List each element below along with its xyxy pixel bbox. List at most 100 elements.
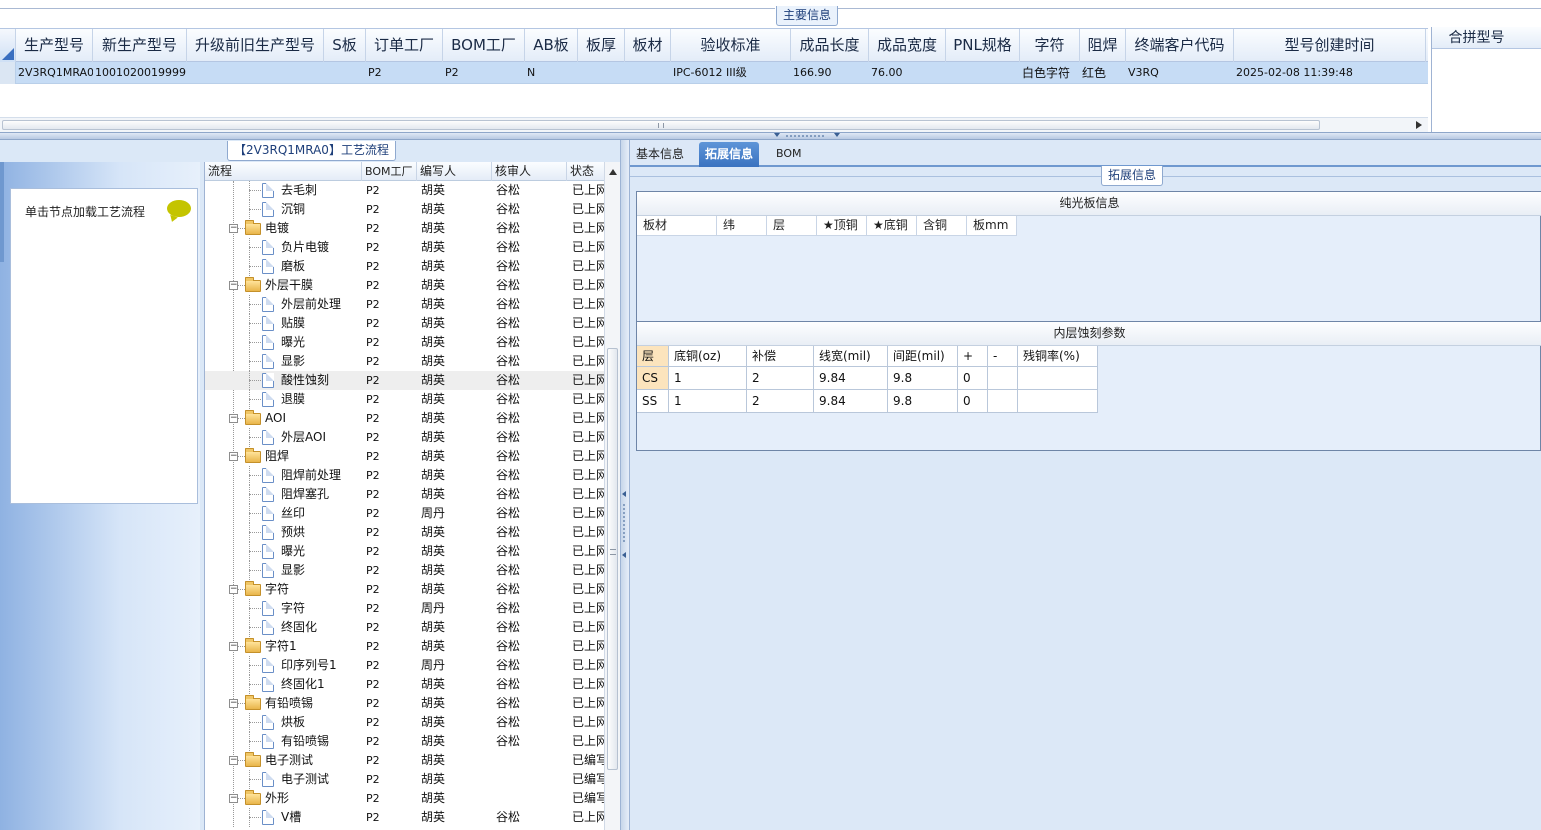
collapse-icon[interactable]: − xyxy=(229,756,238,765)
tab-basic-info[interactable]: 基本信息 xyxy=(630,142,690,167)
col-header[interactable]: 新生产型号 xyxy=(93,29,187,62)
col-header[interactable]: - xyxy=(988,346,1018,367)
collapse-icon[interactable]: − xyxy=(229,699,238,708)
row-selector[interactable] xyxy=(0,62,16,84)
tree-node-row[interactable]: 终固化 P2 胡英 谷松 已上网 xyxy=(205,618,604,637)
splitter-grip-icon[interactable] xyxy=(621,490,629,560)
col-header[interactable]: 纬 xyxy=(717,216,767,236)
tab-extended-info[interactable]: 拓展信息 xyxy=(699,142,760,167)
tree-node-row[interactable]: 预烘 P2 胡英 谷松 已上网 xyxy=(205,523,604,542)
col-header[interactable]: 残铜率(%) xyxy=(1018,346,1098,367)
tree-folder-row[interactable]: − 外形 P2 胡英 已编写 xyxy=(205,789,604,808)
table-cell[interactable]: 0 xyxy=(958,390,988,413)
row-selector-header[interactable] xyxy=(0,29,16,62)
tree-folder-row[interactable]: − 有铅喷锡 P2 胡英 谷松 已上网 xyxy=(205,694,604,713)
tree-node-row[interactable]: 负片电镀 P2 胡英 谷松 已上网 xyxy=(205,238,604,257)
col-header[interactable]: 板mm xyxy=(967,216,1017,236)
tree-node-row[interactable]: 退膜 P2 胡英 谷松 已上网 xyxy=(205,390,604,409)
table-cell[interactable]: 9.84 xyxy=(814,390,888,413)
col-header[interactable]: AB板 xyxy=(525,29,578,62)
table-cell[interactable]: 9.84 xyxy=(814,367,888,390)
col-header[interactable]: 层 xyxy=(767,216,817,236)
table-cell[interactable] xyxy=(578,62,625,84)
table-cell[interactable]: 9.8 xyxy=(888,390,958,413)
vertical-scrollbar[interactable] xyxy=(604,162,620,830)
table-row[interactable]: 2V3RQ1MRA0 10010200199991 P2 P2 N IPC-60… xyxy=(0,62,1428,84)
tree-node-row[interactable]: 字符 P2 周丹 谷松 已上网 xyxy=(205,599,604,618)
tree-node-row[interactable]: 印序列号1 P2 周丹 谷松 已上网 xyxy=(205,656,604,675)
col-header[interactable]: 编写人 xyxy=(417,162,492,181)
col-header[interactable]: 底铜(oz) xyxy=(669,346,747,367)
col-header[interactable]: 生产型号 xyxy=(16,29,93,62)
col-header[interactable]: 订单工厂 xyxy=(366,29,443,62)
collapse-icon[interactable]: − xyxy=(229,642,238,651)
tree-node-row[interactable]: 电子测试 P2 胡英 已编写 xyxy=(205,770,604,789)
tree-node-row[interactable]: 烘板 P2 胡英 谷松 已上网 xyxy=(205,713,604,732)
tree-node-row[interactable]: 有铅喷锡 P2 胡英 谷松 已上网 xyxy=(205,732,604,751)
tree-node-row[interactable]: V槽 P2 胡英 谷松 已上网 xyxy=(205,808,604,827)
vertical-splitter[interactable] xyxy=(620,140,630,830)
table-cell[interactable]: 1 xyxy=(669,367,747,390)
col-header[interactable]: 线宽(mil) xyxy=(814,346,888,367)
tree-node-row[interactable]: 去毛刺 P2 胡英 谷松 已上网 xyxy=(205,181,604,200)
table-cell[interactable]: 76.00 xyxy=(869,62,946,84)
table-cell[interactable] xyxy=(1018,390,1098,413)
col-header[interactable]: ★底铜 xyxy=(867,216,917,236)
table-cell[interactable]: SS xyxy=(637,390,669,413)
extended-info-tab[interactable]: 拓展信息 xyxy=(1101,166,1164,186)
col-header[interactable]: 升级前旧生产型号 xyxy=(187,29,324,62)
collapse-icon[interactable]: − xyxy=(229,224,238,233)
arrow-right-icon[interactable] xyxy=(1415,120,1423,130)
col-header[interactable]: PNL规格 xyxy=(946,29,1020,62)
col-header[interactable]: 板材 xyxy=(625,29,671,62)
tab-bom[interactable]: BOM xyxy=(770,142,808,167)
flow-hint-box[interactable]: 单击节点加载工艺流程 xyxy=(10,188,198,504)
collapse-icon[interactable]: − xyxy=(229,794,238,803)
col-header[interactable]: 含铜 xyxy=(917,216,967,236)
table-cell[interactable]: 166.90 xyxy=(791,62,869,84)
tree-node-row[interactable]: 丝印 P2 周丹 谷松 已上网 xyxy=(205,504,604,523)
col-header[interactable]: 型号创建时间 xyxy=(1234,29,1426,62)
main-info-tab[interactable]: 主要信息 xyxy=(776,6,839,26)
tree-node-row[interactable]: 阻焊前处理 P2 胡英 谷松 已上网 xyxy=(205,466,604,485)
col-header[interactable]: BOM工厂 xyxy=(362,162,417,181)
table-cell[interactable]: 0 xyxy=(958,367,988,390)
col-header[interactable]: 间距(mil) xyxy=(888,346,958,367)
tree-folder-row[interactable]: − 字符 P2 胡英 谷松 已上网 xyxy=(205,580,604,599)
table-cell[interactable]: 1 xyxy=(669,390,747,413)
tree-folder-row[interactable]: − 电镀 P2 胡英 谷松 已上网 xyxy=(205,219,604,238)
merge-header[interactable]: 合拼型号 xyxy=(1432,27,1541,49)
col-header[interactable]: 成品宽度 xyxy=(869,29,946,62)
table-cell[interactable]: 2 xyxy=(747,390,814,413)
table-cell[interactable]: 红色 xyxy=(1080,62,1126,84)
scroll-thumb[interactable] xyxy=(2,120,1320,130)
collapse-icon[interactable]: − xyxy=(229,452,238,461)
col-header[interactable]: 终端客户代码 xyxy=(1126,29,1234,62)
collapse-icon[interactable]: − xyxy=(229,585,238,594)
col-header[interactable]: 状态 xyxy=(567,162,604,181)
tree-node-row[interactable]: 阻焊塞孔 P2 胡英 谷松 已上网 xyxy=(205,485,604,504)
col-header[interactable]: + xyxy=(958,346,988,367)
col-header[interactable]: 层 xyxy=(637,346,669,367)
table-cell[interactable]: N xyxy=(525,62,578,84)
table-cell[interactable]: 2 xyxy=(747,367,814,390)
tree-node-row[interactable]: 外层前处理 P2 胡英 谷松 已上网 xyxy=(205,295,604,314)
scroll-thumb[interactable] xyxy=(607,348,618,770)
table-cell[interactable] xyxy=(625,62,671,84)
table-cell[interactable]: 白色字符 xyxy=(1020,62,1080,84)
table-cell[interactable]: 9.8 xyxy=(888,367,958,390)
tree-node-row[interactable]: 曝光 P2 胡英 谷松 已上网 xyxy=(205,333,604,352)
table-cell[interactable]: CS xyxy=(637,367,669,390)
collapse-icon[interactable]: − xyxy=(229,281,238,290)
flow-tab[interactable]: 【2V3RQ1MRA0】工艺流程 xyxy=(227,141,396,161)
col-header[interactable]: 板材 xyxy=(637,216,717,236)
horizontal-scrollbar[interactable] xyxy=(0,117,1428,132)
collapse-icon[interactable]: − xyxy=(229,414,238,423)
horizontal-splitter[interactable] xyxy=(0,132,1541,140)
tree-folder-row[interactable]: − 电子测试 P2 胡英 已编写 xyxy=(205,751,604,770)
table-cell[interactable]: P2 xyxy=(366,62,443,84)
tree-node-row[interactable]: 磨板 P2 胡英 谷松 已上网 xyxy=(205,257,604,276)
tree-node-row[interactable]: 酸性蚀刻 P2 胡英 谷松 已上网 xyxy=(205,371,604,390)
tree-node-row[interactable]: 曝光 P2 胡英 谷松 已上网 xyxy=(205,542,604,561)
col-header[interactable]: ★顶铜 xyxy=(817,216,867,236)
